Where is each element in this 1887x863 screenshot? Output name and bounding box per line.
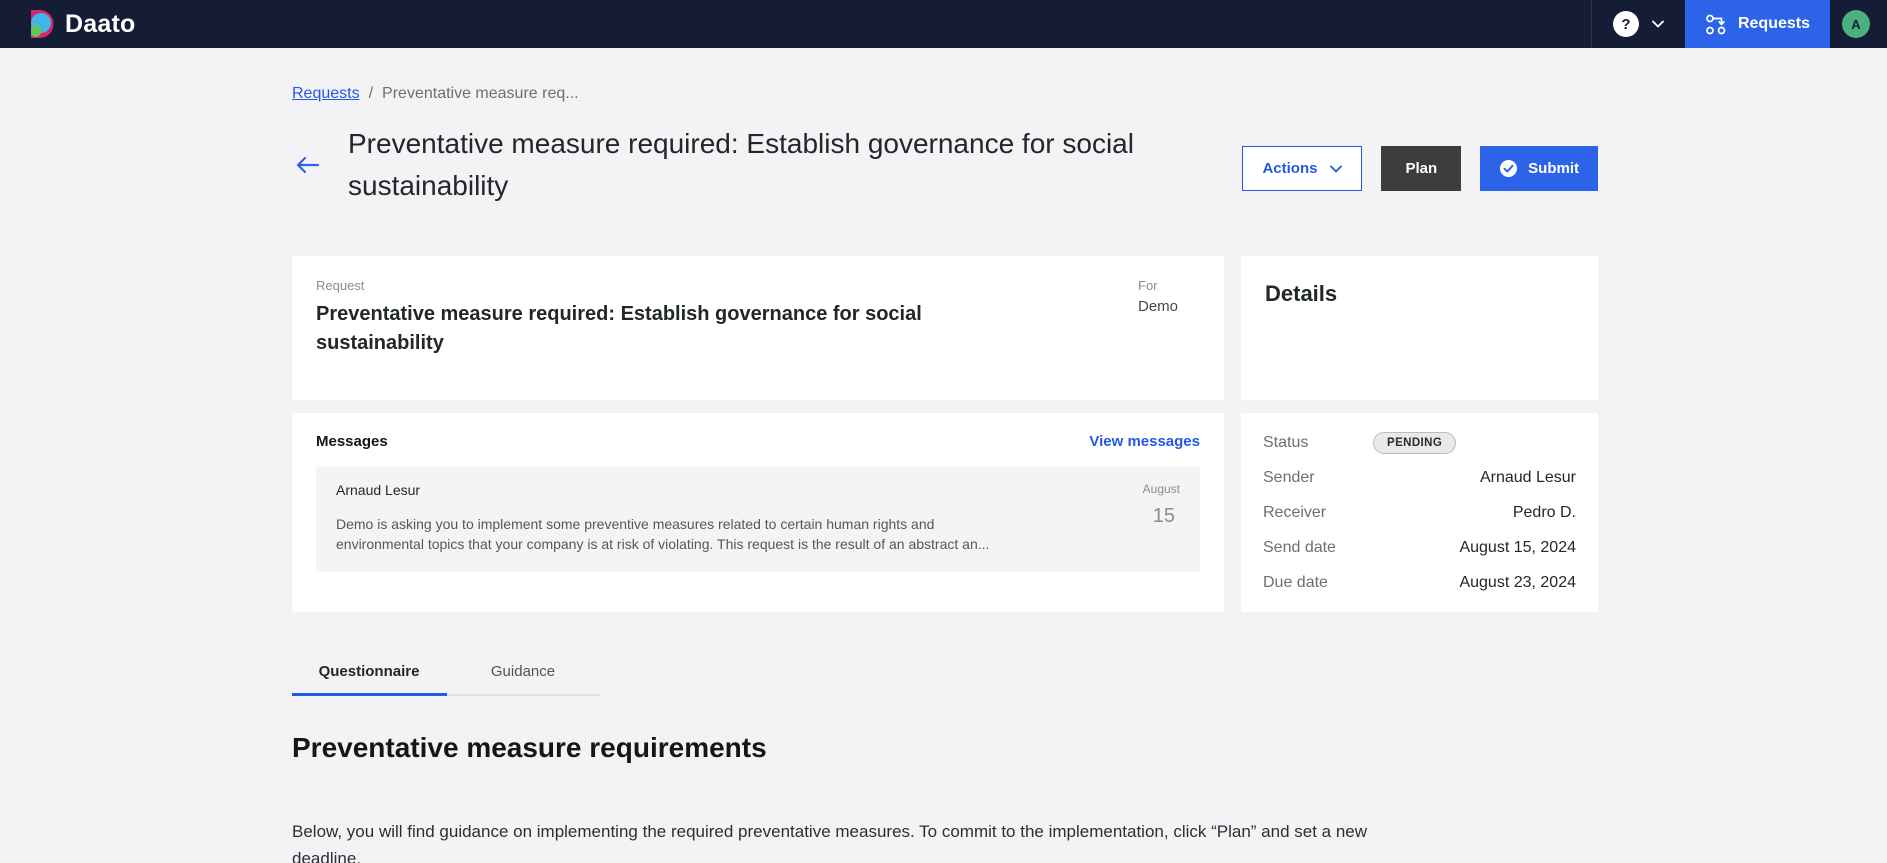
details-card: Details	[1241, 256, 1598, 400]
detail-row-send-date: Send date August 15, 2024	[1263, 530, 1576, 565]
check-circle-icon	[1499, 159, 1518, 178]
detail-row-sender: Sender Arnaud Lesur	[1263, 460, 1576, 495]
sender-value: Arnaud Lesur	[1480, 469, 1576, 487]
for-label: For	[1138, 278, 1200, 293]
messages-header: Messages View messages	[316, 433, 1200, 450]
workflow-icon	[1705, 13, 1728, 36]
page-header: Preventative measure required: Establish…	[292, 123, 1598, 207]
actions-label: Actions	[1262, 160, 1317, 177]
daato-logo-icon	[29, 9, 56, 39]
header-actions: Actions Plan Submit	[1242, 146, 1598, 191]
view-messages-link[interactable]: View messages	[1089, 433, 1200, 450]
question-circle-icon[interactable]: ?	[1613, 11, 1639, 37]
tab-questionnaire[interactable]: Questionnaire	[292, 650, 446, 694]
main-content: Requests / Preventative measure req... P…	[0, 85, 1887, 863]
message-date: August 15	[1128, 482, 1180, 554]
navbar-right: ? Requests A	[1591, 0, 1887, 48]
detail-row-due-date: Due date August 23, 2024	[1263, 565, 1576, 600]
plan-button[interactable]: Plan	[1381, 146, 1461, 191]
page-header-left: Preventative measure required: Establish…	[292, 123, 1242, 207]
message-main: Arnaud Lesur Demo is asking you to imple…	[336, 482, 1128, 554]
detail-row-receiver: Receiver Pedro D.	[1263, 495, 1576, 530]
submit-label: Submit	[1528, 160, 1579, 177]
due-date-value: August 23, 2024	[1459, 574, 1576, 592]
breadcrumb-separator: /	[369, 85, 373, 103]
status-label: Status	[1263, 434, 1359, 452]
send-date-label: Send date	[1263, 539, 1359, 557]
request-for-block: For Demo	[1138, 278, 1200, 378]
receiver-label: Receiver	[1263, 504, 1359, 522]
message-list-item[interactable]: Arnaud Lesur Demo is asking you to imple…	[316, 467, 1200, 572]
request-card: Request Preventative measure required: E…	[292, 256, 1224, 400]
breadcrumb-requests-link[interactable]: Requests	[292, 85, 360, 103]
top-navbar: Daato ? Requ	[0, 0, 1887, 48]
section-body-line2: deadline.	[292, 845, 1598, 863]
section-body: Below, you will find guidance on impleme…	[292, 818, 1598, 863]
messages-card: Messages View messages Arnaud Lesur Demo…	[292, 413, 1224, 612]
details-rows-card: Status PENDING Sender Arnaud Lesur Recei…	[1241, 413, 1598, 612]
section-heading: Preventative measure requirements	[292, 732, 1598, 764]
actions-dropdown-button[interactable]: Actions	[1242, 146, 1362, 191]
plan-label: Plan	[1405, 160, 1437, 177]
app-window: Daato ? Requ	[0, 0, 1887, 863]
chevron-down-icon[interactable]	[1652, 20, 1664, 28]
for-value: Demo	[1138, 298, 1200, 315]
requests-nav-button[interactable]: Requests	[1685, 0, 1830, 48]
submit-button[interactable]: Submit	[1480, 146, 1598, 191]
page-title: Preventative measure required: Establish…	[348, 123, 1242, 207]
help-menu[interactable]: ?	[1592, 0, 1685, 48]
tab-bar: Questionnaire Guidance	[292, 650, 600, 696]
receiver-value: Pedro D.	[1513, 504, 1576, 522]
chevron-down-icon	[1330, 165, 1342, 173]
section-body-line1: Below, you will find guidance on impleme…	[292, 818, 1598, 845]
message-preview: Demo is asking you to implement some pre…	[336, 514, 1128, 554]
arrow-left-icon	[294, 154, 321, 176]
brand-logo[interactable]: Daato	[29, 9, 135, 39]
detail-row-status: Status PENDING	[1263, 425, 1576, 460]
sender-label: Sender	[1263, 469, 1359, 487]
user-avatar[interactable]: A	[1842, 10, 1870, 38]
breadcrumb-current: Preventative measure req...	[382, 85, 579, 103]
messages-title: Messages	[316, 433, 388, 450]
brand-name: Daato	[65, 10, 135, 39]
message-month: August	[1128, 482, 1180, 496]
message-preview-line2: environmental topics that your company i…	[336, 534, 1128, 554]
message-sender: Arnaud Lesur	[336, 482, 1128, 498]
tab-guidance[interactable]: Guidance	[446, 650, 600, 694]
back-button[interactable]	[292, 152, 323, 178]
request-label: Request	[316, 278, 1016, 293]
status-badge: PENDING	[1373, 432, 1456, 454]
due-date-label: Due date	[1263, 574, 1359, 592]
breadcrumb: Requests / Preventative measure req...	[292, 85, 1598, 103]
cards-grid: Request Preventative measure required: E…	[292, 256, 1598, 612]
send-date-value: August 15, 2024	[1459, 539, 1576, 557]
message-day: 15	[1128, 505, 1175, 528]
requests-nav-label: Requests	[1738, 15, 1810, 33]
request-card-main: Request Preventative measure required: E…	[316, 278, 1016, 378]
details-title: Details	[1265, 281, 1574, 307]
message-preview-line1: Demo is asking you to implement some pre…	[336, 514, 1128, 534]
request-title: Preventative measure required: Establish…	[316, 300, 1016, 358]
